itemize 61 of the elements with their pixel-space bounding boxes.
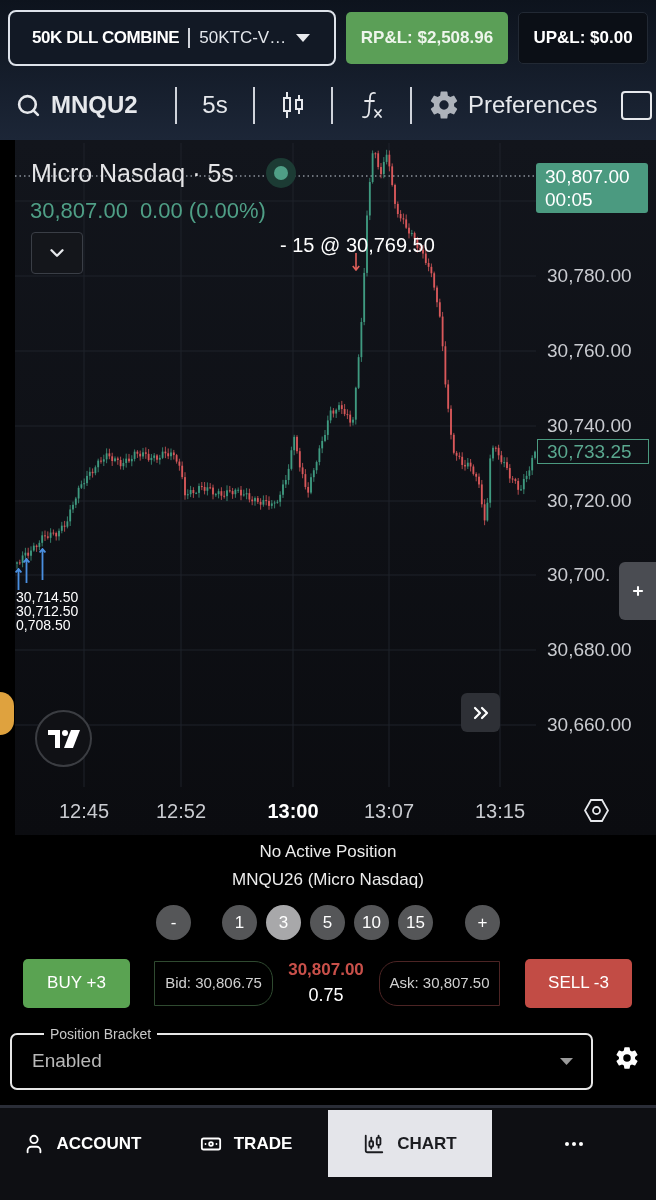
quantity-preset[interactable]: 15 [398, 905, 433, 940]
last-price-tag: 30,807.00 00:05 [536, 163, 648, 213]
settings-icon[interactable] [615, 1046, 639, 1070]
price-axis-label: 30,760.00 [547, 339, 632, 363]
candlestick-chart-icon [363, 1132, 386, 1155]
pnl-button[interactable]: UP&L: $0.00 [518, 12, 648, 64]
candlestick-icon[interactable] [282, 92, 304, 118]
function-icon[interactable] [359, 91, 384, 119]
nav-tab[interactable]: CHART [328, 1110, 492, 1177]
select-value: Enabled [32, 1048, 102, 1073]
price-axis-label: 30,780.00 [547, 264, 632, 288]
contract-name: MNQU26 (Micro Nasdaq) [232, 869, 424, 891]
chart-change: 0.00 (0.00%) [139, 197, 266, 225]
quantity-preset[interactable]: 10 [354, 905, 389, 940]
scroll-right-button[interactable] [461, 693, 500, 732]
nav-tab[interactable]: TRADE [164, 1110, 328, 1177]
time-axis-label: 13:07 [362, 799, 416, 823]
price-axis-label: 30,660.00 [547, 713, 632, 737]
gear-icon [429, 90, 459, 120]
decrease-button[interactable]: - [156, 905, 191, 940]
quantity-preset[interactable]: 1 [222, 905, 257, 940]
preferences-button[interactable]: Preferences [429, 87, 598, 123]
sell-button[interactable]: SELL -3 [525, 958, 632, 1008]
field-label: Position Bracket [49, 1026, 153, 1042]
position-bracket-select[interactable]: Position Bracket Enabled [10, 1026, 593, 1090]
time-axis-label: 12:45 [57, 799, 111, 823]
time-axis-label: 12:52 [154, 799, 208, 823]
interval-button[interactable]: 5s [202, 87, 228, 123]
plus-icon [630, 584, 645, 598]
symbol-search-field[interactable]: MNQU2 [51, 87, 138, 123]
fill-price-label: 0,708.50 [16, 618, 71, 632]
increase-button[interactable]: + [465, 905, 500, 940]
fill-price-label: 30,714.50 [16, 590, 79, 604]
ask-price: Ask: 30,807.50 [379, 960, 500, 1006]
caret-down-icon [296, 34, 310, 42]
price-axis-label: 30,700. [547, 563, 611, 587]
spread-value: 0.75 [308, 984, 344, 1007]
search-icon [16, 92, 41, 118]
fill-price-label: 30,712.50 [16, 604, 79, 618]
nav-tab[interactable]: ACCOUNT [0, 1110, 164, 1177]
account-selector[interactable]: 50K DLL COMBINE 50KTC-V… [8, 10, 336, 66]
drawer-handle[interactable] [0, 692, 14, 735]
up-arrow-icon [39, 548, 46, 580]
down-arrow-icon [352, 253, 360, 271]
price-axis-label: 30,720.00 [547, 489, 632, 513]
caret-down-icon [560, 1057, 573, 1065]
price-axis-label: 30,740.00 [547, 414, 632, 438]
bid-price: Bid: 30,806.75 [154, 960, 273, 1006]
time-axis-label: 13:15 [473, 799, 527, 823]
last-price: 30,807.00 [288, 959, 364, 981]
checkbox[interactable] [621, 90, 652, 120]
more-icon [565, 1141, 583, 1146]
marked-price-tag: 30,733.25 [537, 439, 649, 464]
position-status: No Active Position [259, 841, 397, 863]
chart-price: 30,807.00 [30, 197, 128, 225]
price-axis-label: 30,680.00 [547, 638, 632, 662]
chart-title: Micro Nasdaq · 5s [31, 158, 234, 188]
collapse-button[interactable] [31, 232, 83, 274]
quantity-preset[interactable]: 5 [310, 905, 345, 940]
time-axis-label: 13:00 [266, 799, 320, 823]
hexagon-settings-icon[interactable] [584, 799, 609, 822]
